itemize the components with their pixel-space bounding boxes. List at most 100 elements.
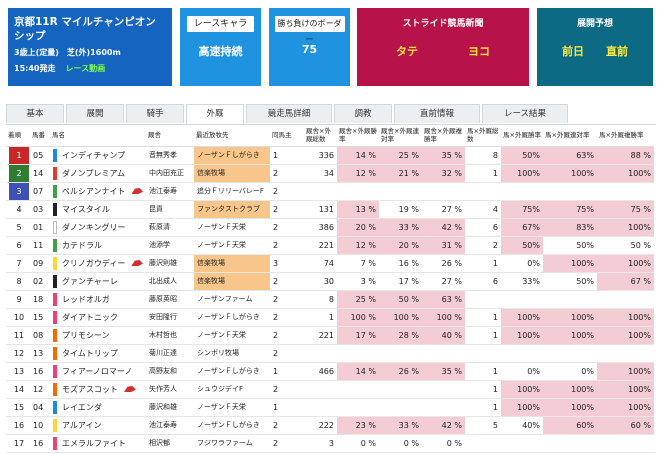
horse-total-cell: 1 <box>465 380 501 399</box>
horse-name-cell[interactable]: モズアスコット <box>50 380 146 399</box>
horse-rentai-cell: 100% <box>543 308 597 327</box>
horse-name[interactable]: ペルシアンナイト <box>62 186 126 197</box>
horse-name-cell[interactable]: ダイアトニック <box>50 308 146 327</box>
horse-name-cell[interactable]: フィアーノロマーノ <box>50 362 146 381</box>
farm-cell: フジワラファーム <box>194 434 270 453</box>
horse-name-cell[interactable]: カテドラル <box>50 236 146 255</box>
horse-name-cell[interactable]: ダノンプレミアム <box>50 164 146 183</box>
horse-name-cell[interactable]: ダノンキングリー <box>50 218 146 237</box>
table-row[interactable]: 13 16 フィアーノロマーノ 高野友和 ノーザンＦしがらき 1 466 14 % 26 % 35… <box>6 362 654 381</box>
horse-name[interactable]: クリノガウディー <box>62 258 125 269</box>
stable-cell: 池江泰寿 <box>146 416 194 435</box>
table-row[interactable]: 9 18 レッドオルガ 藤原英昭 ノーザンファーム 2 8 25 % 50 % 63 % <box>6 290 654 309</box>
horse-win-cell: 50% <box>501 146 543 165</box>
horse-name[interactable]: フィアーノロマーノ <box>62 366 132 377</box>
same-owner-cell: 2 <box>270 434 304 453</box>
horse-name[interactable]: アルアイン <box>62 420 102 431</box>
tab-result[interactable]: レース結果 <box>482 104 568 123</box>
tab-horse-detail[interactable]: 競走馬詳細 <box>246 104 332 123</box>
horse-win-cell <box>501 290 543 309</box>
silks-color-bar <box>53 166 57 180</box>
horse-name-cell[interactable]: タイムトリップ <box>50 344 146 363</box>
table-row[interactable]: 5 01 ダノンキングリー 萩原清 ノーザンＦ天栄 2 386 20 % 33 % 42 % 6 67… <box>6 218 654 237</box>
horse-name-cell[interactable]: レッドオルガ <box>50 290 146 309</box>
rank-value: 17 <box>13 438 25 448</box>
stable-fukusho-cell: 31 % <box>422 236 465 255</box>
table-row[interactable]: 10 15 ダイアトニック 安田隆行 ノーザンＦしがらき 2 1 100 % 100 % 100 … <box>6 308 654 327</box>
horse-name[interactable]: モズアスコット <box>62 384 118 395</box>
farm-cell: 追分ＦリリーバレーF <box>194 182 270 201</box>
horse-win-cell <box>501 182 543 201</box>
col-same-owner: 同馬主 <box>270 125 304 147</box>
farm-cell: ノーザンＦ天栄 <box>194 326 270 345</box>
table-row[interactable]: 12 13 タイムトリップ 菊川正達 シンボリ牧場 2 <box>6 344 654 363</box>
horse-name[interactable]: タイムトリップ <box>62 348 118 359</box>
table-row[interactable]: 3 07 ペルシアンナイト 池江泰寿 追分ＦリリーバレーF 2 <box>6 182 654 201</box>
horse-name[interactable]: ダノンキングリー <box>62 222 126 233</box>
tab-kihon[interactable]: 基本 <box>6 104 64 123</box>
horse-win-cell <box>501 434 543 453</box>
tab-chokuzen[interactable]: 直前情報 <box>394 104 480 123</box>
table-row[interactable]: 8 02 グァンチャーレ 北出成人 信楽牧場 2 30 3 % 17 % 27 % 6 33% 50% 6… <box>6 272 654 291</box>
tenkai-chokuzen-link[interactable]: 直前 <box>606 43 628 59</box>
table-row[interactable]: 15 04 レイエンダ 藤沢和雄 ノーザンＦ天栄 1 1 100% 100% 100% <box>6 398 654 417</box>
col-stable-fukusho: 厩舎×外厩複勝率 <box>422 125 465 147</box>
horse-name[interactable]: インディチャンプ <box>62 150 125 161</box>
horse-name-cell[interactable]: ペルシアンナイト <box>50 182 146 201</box>
col-farm: 最近放牧先 <box>194 125 270 147</box>
horse-name[interactable]: プリモシーン <box>62 330 110 341</box>
tenkai-zenjitsu-link[interactable]: 前日 <box>562 43 584 59</box>
number-cell: 18 <box>30 290 50 309</box>
tab-tenkai[interactable]: 展開 <box>66 104 124 123</box>
horse-name-cell[interactable]: レイエンダ <box>50 398 146 417</box>
horse-name[interactable]: エメラルファイト <box>62 438 126 449</box>
horse-name[interactable]: マイスタイル <box>62 204 110 215</box>
horse-name[interactable]: ダイアトニック <box>62 312 118 323</box>
stable-fukusho-cell: 27 % <box>422 272 465 291</box>
tab-bar: 基本 展開 騎手 外厩 競走馬詳細 調教 直前情報 レース結果 <box>6 104 654 124</box>
race-video-link[interactable]: レース動画 <box>65 64 105 73</box>
horse-name[interactable]: レイエンダ <box>62 402 102 413</box>
stable-rentai-cell: 16 % <box>379 254 422 273</box>
horse-name-cell[interactable]: アルアイン <box>50 416 146 435</box>
stable-rentai-cell: 33 % <box>379 416 422 435</box>
stable-total-cell: 1 <box>304 308 337 327</box>
col-horse-name: 馬名 <box>50 125 146 147</box>
horse-win-cell: 100% <box>501 398 543 417</box>
silks-color-bar <box>53 220 57 234</box>
tab-chokyo[interactable]: 調教 <box>334 104 392 123</box>
table-row[interactable]: 16 10 アルアイン 池江泰寿 ノーザンＦしがらき 2 222 23 % 33 % 42 % 5 4… <box>6 416 654 435</box>
horse-name[interactable]: グァンチャーレ <box>62 276 118 287</box>
table-row[interactable]: 6 11 カテドラル 池添学 ノーザンＦ天栄 2 221 12 % 20 % 31 % 2 50% 50… <box>6 236 654 255</box>
horse-name-cell[interactable]: プリモシーン <box>50 326 146 345</box>
table-row[interactable]: 14 12 モズアスコット 矢作芳人 シュウジデイF 2 1 100% 100% 100% <box>6 380 654 399</box>
horse-name-cell[interactable]: グァンチャーレ <box>50 272 146 291</box>
stable-total-cell <box>304 380 337 399</box>
table-row[interactable]: 11 08 プリモシーン 木村哲也 ノーザンＦ天栄 2 221 17 % 28 % 40 % 1 10… <box>6 326 654 345</box>
table-row[interactable]: 1 05 インディチャンプ 音無秀孝 ノーザンＦしがらき 1 336 14 % 25 % 35 %… <box>6 146 654 165</box>
horse-name-cell[interactable]: インディチャンプ <box>50 146 146 165</box>
stable-total-cell <box>304 182 337 201</box>
stable-cell: 藤沢和雄 <box>146 398 194 417</box>
stable-cell: 藤沢則雄 <box>146 254 194 273</box>
tab-gaikyu[interactable]: 外厩 <box>186 104 244 124</box>
horse-name[interactable]: カテドラル <box>62 240 102 251</box>
table-row[interactable]: 4 03 マイスタイル 昆貢 ファンタストクラブ 2 131 13 % 19 % 27 % 4 75%… <box>6 200 654 219</box>
horse-name[interactable]: レッドオルガ <box>62 294 110 305</box>
horse-name-cell[interactable]: エメラルファイト <box>50 434 146 453</box>
horse-fukusho-cell: 100% <box>597 380 654 399</box>
table-row[interactable]: 7 09 クリノガウディー 藤沢則雄 信楽牧場 3 74 7 % 16 % 26 % 1 0% 100%… <box>6 254 654 273</box>
race-info-card: 京都11R マイルチャンピオンシップ 3歳上(定量) 芝(外)1600m 15:… <box>8 8 172 86</box>
same-owner-cell: 2 <box>270 182 304 201</box>
horse-name[interactable]: ダノンプレミアム <box>62 168 125 179</box>
horse-name-cell[interactable]: クリノガウディー <box>50 254 146 273</box>
race-chara-label: レースキャラ <box>187 16 254 32</box>
stride-yoko-link[interactable]: ヨコ <box>468 43 490 59</box>
farm-cell: 信楽牧場 <box>194 272 270 291</box>
table-row[interactable]: 17 16 エメラルファイト 相沢郁 フジワラファーム 2 3 0 % 0 % 0 % <box>6 434 654 453</box>
horse-name-cell[interactable]: マイスタイル <box>50 200 146 219</box>
tab-kishu[interactable]: 騎手 <box>126 104 184 123</box>
table-row[interactable]: 2 14 ダノンプレミアム 中内田充正 信楽牧場 2 34 12 % 21 % 32 % 1 100%… <box>6 164 654 183</box>
horse-total-cell: 1 <box>465 326 501 345</box>
stride-tate-link[interactable]: タテ <box>396 43 418 59</box>
